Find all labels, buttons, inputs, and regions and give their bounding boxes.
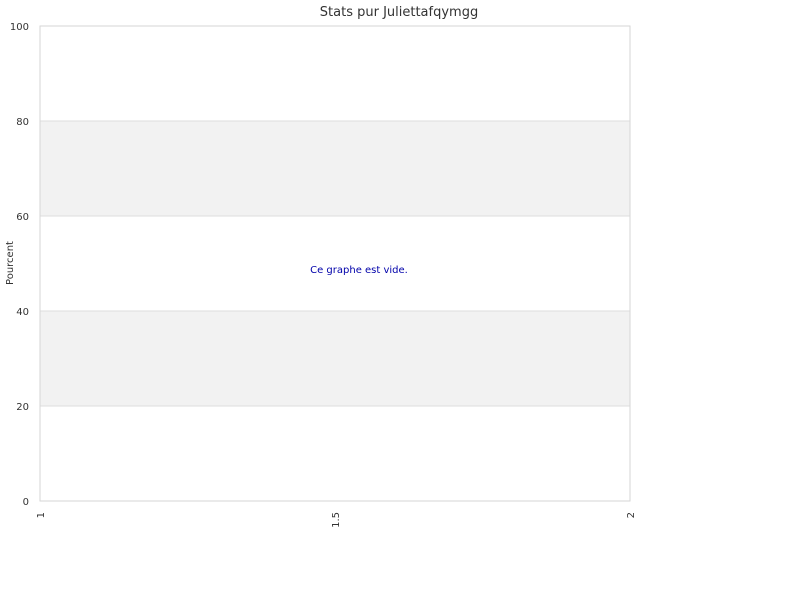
grid-lines xyxy=(40,25,630,502)
grid-bands xyxy=(40,121,630,406)
y-tick-label: 80 xyxy=(16,117,29,128)
x-axis-ticks: 1 1.5 2 xyxy=(36,512,637,528)
grid-band xyxy=(40,121,630,216)
y-tick-label: 0 xyxy=(23,497,29,508)
x-tick-label: 1.5 xyxy=(331,512,342,528)
empty-chart-message: Ce graphe est vide. xyxy=(310,265,408,276)
plot-frame xyxy=(39,25,631,502)
x-tick-label: 1 xyxy=(36,512,47,518)
x-tick-label: 2 xyxy=(626,512,637,518)
y-tick-label: 60 xyxy=(16,212,29,223)
chart-title: Stats pur Juliettafqymgg xyxy=(320,5,478,20)
chart: Stats pur Juliettafqymgg 020406080100 11… xyxy=(5,5,637,528)
y-tick-label: 20 xyxy=(16,402,29,413)
y-axis-label: Pourcent xyxy=(5,241,16,285)
y-tick-label: 100 xyxy=(10,22,29,33)
grid-band xyxy=(40,311,630,406)
y-tick-label: 40 xyxy=(16,307,29,318)
